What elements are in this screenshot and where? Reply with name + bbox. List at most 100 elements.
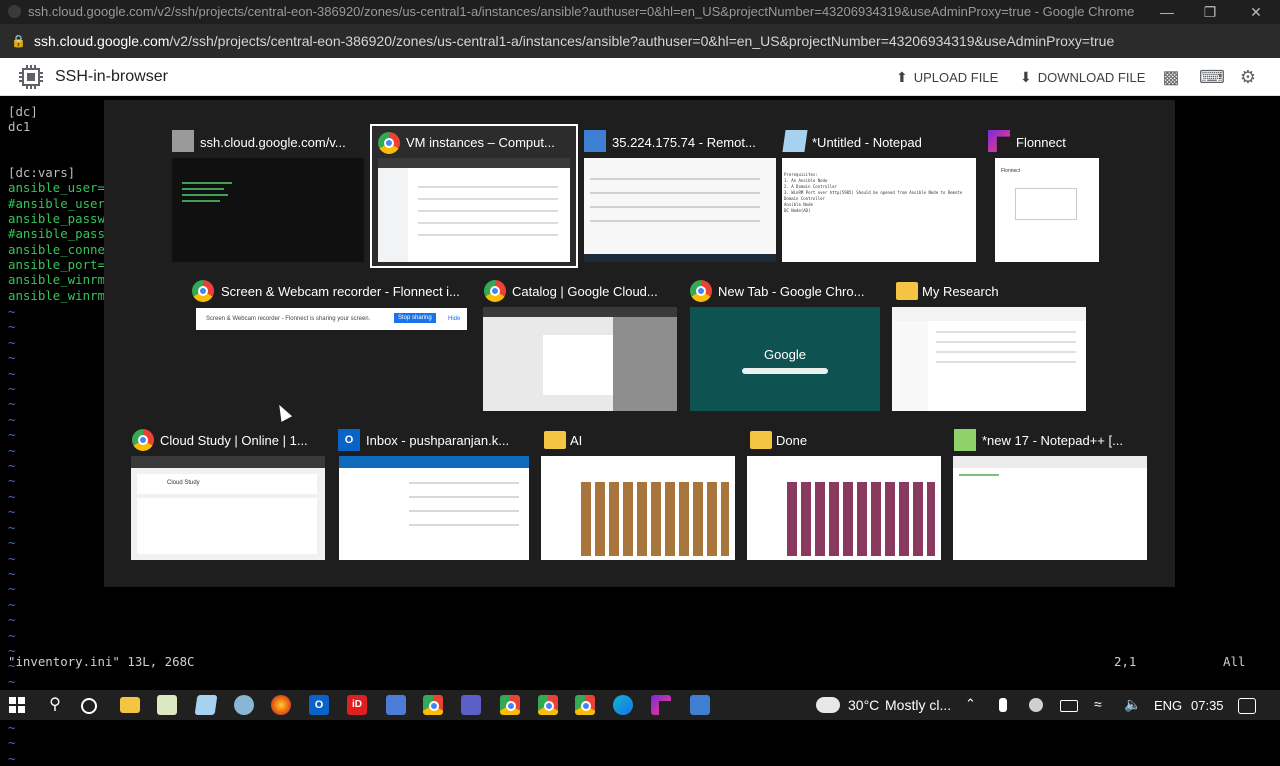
tile-title: *new 17 - Notepad++ [... [982,433,1123,448]
notepadpp-icon [954,429,976,451]
switcher-tile-cloud-study[interactable]: Cloud Study | Online | 1... Cloud Study [130,426,330,561]
switcher-tile-vm-instances[interactable]: VM instances – Comput... [370,124,578,268]
switcher-tile-outlook[interactable]: O Inbox - pushparanjan.k... [336,426,536,561]
tile-title: VM instances – Comput... [406,135,555,150]
tile-title: Inbox - pushparanjan.k... [366,433,510,448]
network-app-icon[interactable] [386,695,406,715]
upload-icon: ⬆ [896,69,908,85]
chrome-taskbar-icon-2[interactable] [500,695,520,715]
switcher-tile-ssh[interactable]: ssh.cloud.google.com/v... [168,128,368,268]
chrome-icon [484,280,506,302]
tile-title: ssh.cloud.google.com/v... [200,135,346,150]
url-text[interactable]: ssh.cloud.google.com/v2/ssh/projects/cen… [34,33,1114,49]
terminal-line: [dc] [8,104,38,119]
chrome-taskbar-icon-3[interactable] [538,695,558,715]
switcher-tile-remote-desktop[interactable]: 35.224.175.74 - Remot... [580,128,780,268]
volume-icon[interactable]: 🔈 [1124,696,1141,713]
download-icon: ⬇ [1020,69,1032,85]
microphone-icon[interactable] [999,698,1007,712]
remote-desktop-taskbar-icon[interactable] [690,695,710,715]
chrome-taskbar-icon[interactable] [423,695,443,715]
switcher-tile-new-tab[interactable]: New Tab - Google Chro... Google [686,278,886,413]
edge-icon[interactable] [613,695,633,715]
switcher-tile-ai-folder[interactable]: AI [540,426,740,561]
chrome-icon [378,132,400,154]
tile-title: AI [570,433,583,448]
terminal-line: ansible_port= [8,257,105,272]
switcher-tile-my-research[interactable]: My Research [890,278,1090,413]
id-app-icon[interactable]: iD [347,695,367,715]
switcher-tile-notepadpp[interactable]: *new 17 - Notepad++ [... [952,426,1152,561]
tile-title: Flonnect [1016,135,1066,150]
clock[interactable]: 07:35 [1191,698,1224,713]
status-view: All [1223,654,1246,669]
outlook-icon: O [338,429,360,451]
notepad-app-icon[interactable] [194,695,218,715]
status-cursor-position: 2,1 [1114,654,1137,669]
cortana-icon[interactable] [81,698,97,714]
tile-title: *Untitled - Notepad [812,135,922,150]
remote-desktop-thumbnail [584,158,776,262]
weather-cloud-icon [816,697,840,713]
tile-title: New Tab - Google Chro... [718,284,865,299]
address-bar[interactable]: 🔒 ssh.cloud.google.com/v2/ssh/projects/c… [0,24,1280,58]
vim-status-line: "inventory.ini" 13L, 268C 2,1 All [0,654,1280,670]
switcher-tile-notepad[interactable]: *Untitled - Notepad Prerequisites: 1. An… [778,128,978,268]
temperature[interactable]: 30°C [848,697,879,713]
restore-icon[interactable]: ❐ [1200,2,1220,22]
battery-icon[interactable] [1060,700,1078,712]
chevron-up-icon[interactable]: ⌃ [965,696,976,712]
tile-title: Done [776,433,808,448]
terminal-line: [dc:vars] [8,165,76,180]
feedback-icon[interactable]: ▩ [1161,67,1181,87]
language-indicator[interactable]: ENG [1154,698,1182,713]
file-explorer-icon[interactable] [120,697,140,713]
folder-icon [750,431,772,449]
download-file-button[interactable]: ⬇ DOWNLOAD FILE [1020,69,1145,86]
window-title: ssh.cloud.google.com/v2/ssh/projects/cen… [28,4,1135,19]
status-file: "inventory.ini" 13L, 268C [8,654,195,669]
chrome-icon [192,280,214,302]
windows-start-icon[interactable] [9,697,25,713]
chrome-window-icon [8,5,21,18]
notifications-icon[interactable] [1238,698,1256,714]
ai-folder-thumbnail [541,456,735,560]
flonnect-thumbnail: Flonnect [995,158,1099,262]
browser-title-bar: ssh.cloud.google.com/v2/ssh/projects/cen… [0,0,1280,24]
keyboard-icon[interactable]: ⌨ [1199,67,1225,87]
remote-app-icon[interactable] [234,695,254,715]
switcher-tile-done-folder[interactable]: Done [746,426,946,561]
upload-file-button[interactable]: ⬆ UPLOAD FILE [896,69,998,86]
wifi-icon[interactable]: ≈ [1094,696,1102,712]
chrome-taskbar-icon-4[interactable] [575,695,595,715]
switcher-tile-flonnect[interactable]: Flonnect Flonnect [984,128,1104,268]
switcher-tile-catalog[interactable]: Catalog | Google Cloud... [480,278,680,413]
my-research-thumbnail [892,307,1086,411]
flonnect-taskbar-icon[interactable] [651,695,671,715]
gear-icon[interactable]: ⚙ [1238,67,1258,87]
notepad-taskbar-icon[interactable] [157,695,177,715]
firefox-icon[interactable] [271,695,291,715]
weather-text[interactable]: Mostly cl... [885,697,951,713]
ssh-thumbnail [172,158,364,262]
vm-instances-thumbnail [378,158,570,262]
tile-title: My Research [922,284,999,299]
outlook-taskbar-icon[interactable]: O [309,695,329,715]
cloud-study-thumbnail: Cloud Study [131,456,325,560]
teams-icon[interactable] [461,695,481,715]
notepadpp-thumbnail [953,456,1147,560]
folder-icon [896,282,918,300]
close-icon[interactable]: ✕ [1246,2,1266,22]
new-tab-thumbnail: Google [690,307,880,411]
notepad-icon [782,130,808,152]
outlook-thumbnail [339,456,529,560]
compute-chip-icon [19,65,43,89]
switcher-tile-screen-recorder[interactable]: Screen & Webcam recorder - Flonnect i...… [192,278,472,338]
status-dot-icon[interactable] [1029,698,1043,712]
terminal-icon [172,130,194,152]
minimize-icon[interactable]: — [1157,2,1177,22]
lock-icon: 🔒 [11,34,26,48]
search-icon[interactable]: ⚲ [45,695,65,715]
tile-title: Cloud Study | Online | 1... [160,433,308,448]
folder-icon [544,431,566,449]
